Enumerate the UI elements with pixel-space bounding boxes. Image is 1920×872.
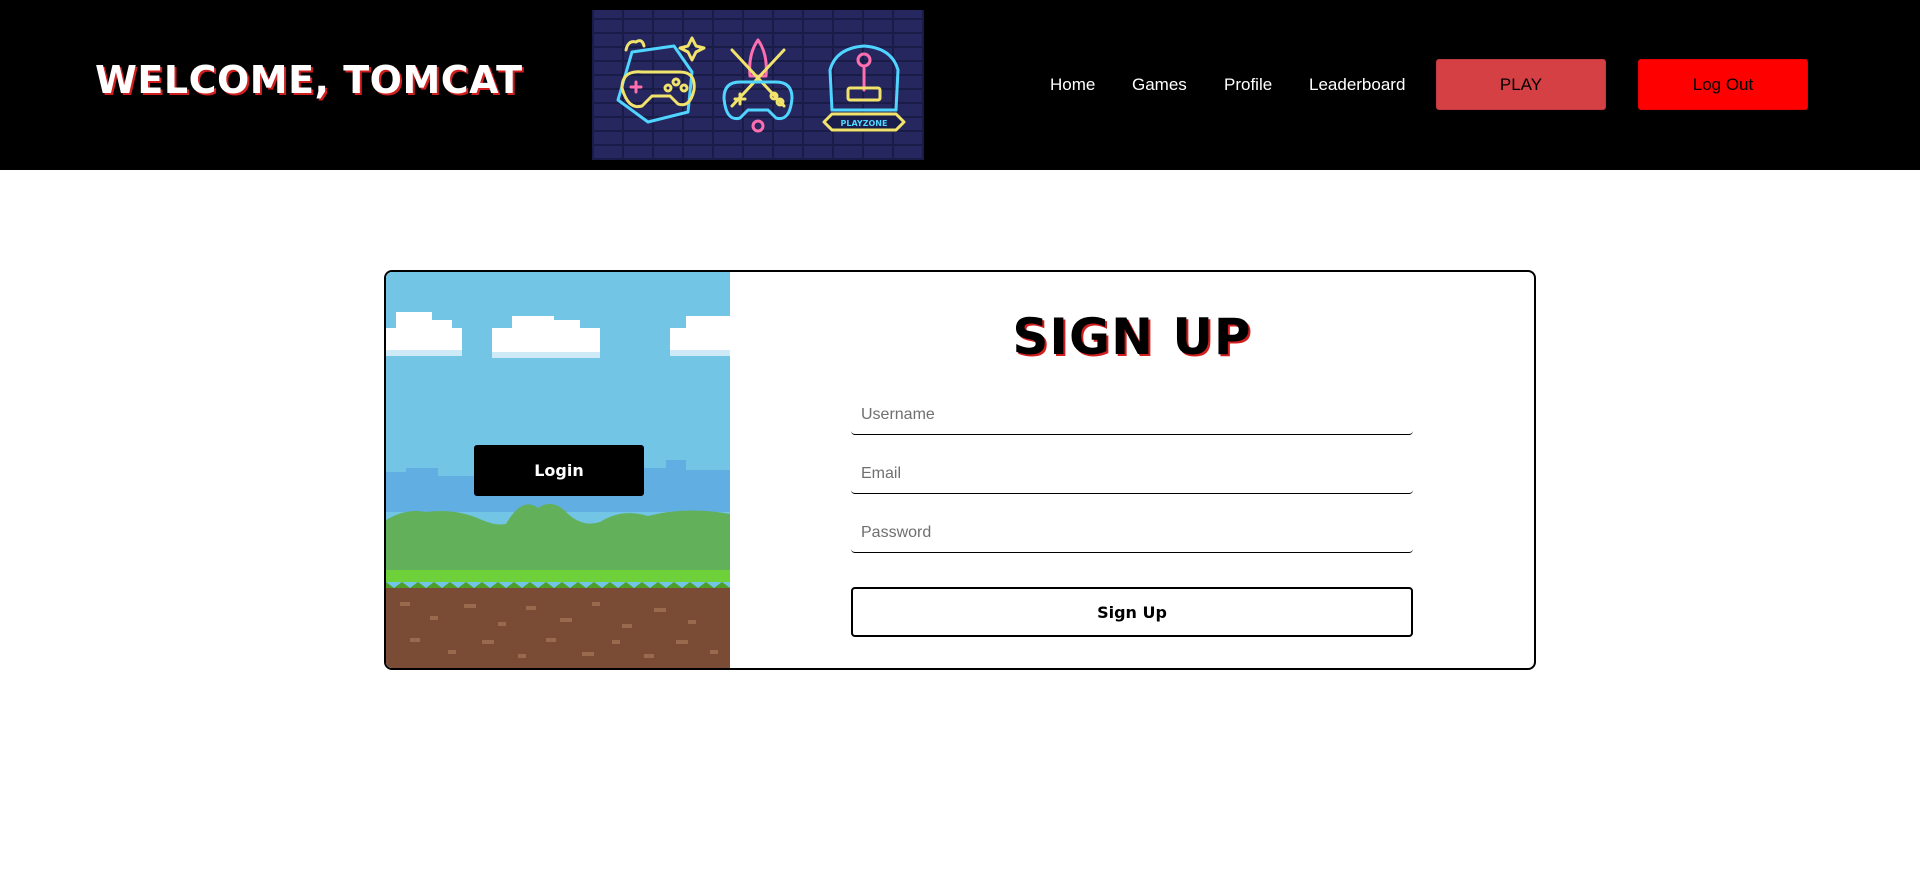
nav-leaderboard[interactable]: Leaderboard [1309, 75, 1405, 95]
email-input[interactable] [851, 454, 1413, 494]
gamepad-icon [616, 36, 706, 124]
signup-button[interactable]: Sign Up [851, 587, 1413, 637]
top-header: WELCOME, TOMCAT PLAYZONE Home Games Prof… [0, 0, 1920, 170]
pixel-landscape-image: Login [386, 272, 730, 668]
signup-form: SIGN UP Sign Up [730, 272, 1534, 668]
password-input[interactable] [851, 513, 1413, 553]
nav-home[interactable]: Home [1050, 75, 1095, 95]
rocket-gamepad-icon [722, 38, 794, 133]
welcome-title: WELCOME, TOMCAT [95, 58, 523, 102]
username-input[interactable] [851, 395, 1413, 435]
joystick-icon: PLAYZONE [822, 44, 906, 132]
nav-games[interactable]: Games [1132, 75, 1187, 95]
login-button[interactable]: Login [474, 445, 644, 496]
banner-label: PLAYZONE [841, 119, 888, 128]
logout-button[interactable]: Log Out [1638, 59, 1808, 110]
signup-card: Login SIGN UP Sign Up [384, 270, 1536, 670]
play-button[interactable]: PLAY [1436, 59, 1606, 110]
nav-profile[interactable]: Profile [1224, 75, 1272, 95]
neon-game-banner: PLAYZONE [592, 10, 924, 160]
signup-title: SIGN UP [1012, 308, 1252, 366]
